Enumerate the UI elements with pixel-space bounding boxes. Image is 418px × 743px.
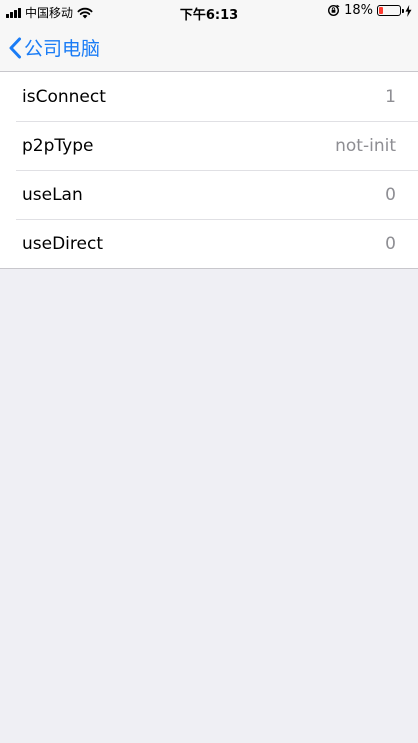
row-value: not-init <box>335 135 396 156</box>
settings-list: isConnect 1 p2pType not-init useLan 0 us… <box>0 72 418 269</box>
navigation-bar: 公司电脑 <box>0 24 418 72</box>
row-value: 0 <box>385 184 396 205</box>
row-label: useDirect <box>22 233 103 254</box>
battery-icon <box>377 5 404 16</box>
orientation-lock-icon <box>328 4 340 17</box>
settings-row-uselan: useLan 0 <box>0 170 418 219</box>
back-button-label: 公司电脑 <box>24 38 101 60</box>
chevron-left-icon <box>9 37 21 58</box>
settings-row-p2ptype: p2pType not-init <box>0 121 418 170</box>
status-right: 18% <box>327 3 412 18</box>
battery-percentage: 18% <box>344 3 373 18</box>
battery-nub <box>402 9 404 13</box>
charging-bolt-icon <box>405 4 412 17</box>
row-value: 0 <box>385 233 396 254</box>
row-label: p2pType <box>22 135 94 156</box>
back-button[interactable]: 公司电脑 <box>8 34 100 61</box>
battery-level-fill <box>379 7 383 14</box>
row-label: isConnect <box>22 86 106 107</box>
status-bar: 中国移动 下午6:13 18% <box>0 0 418 24</box>
row-value: 1 <box>385 86 396 107</box>
settings-row-usedirect: useDirect 0 <box>0 219 418 268</box>
settings-row-isconnect: isConnect 1 <box>0 72 418 121</box>
row-label: useLan <box>22 184 83 205</box>
